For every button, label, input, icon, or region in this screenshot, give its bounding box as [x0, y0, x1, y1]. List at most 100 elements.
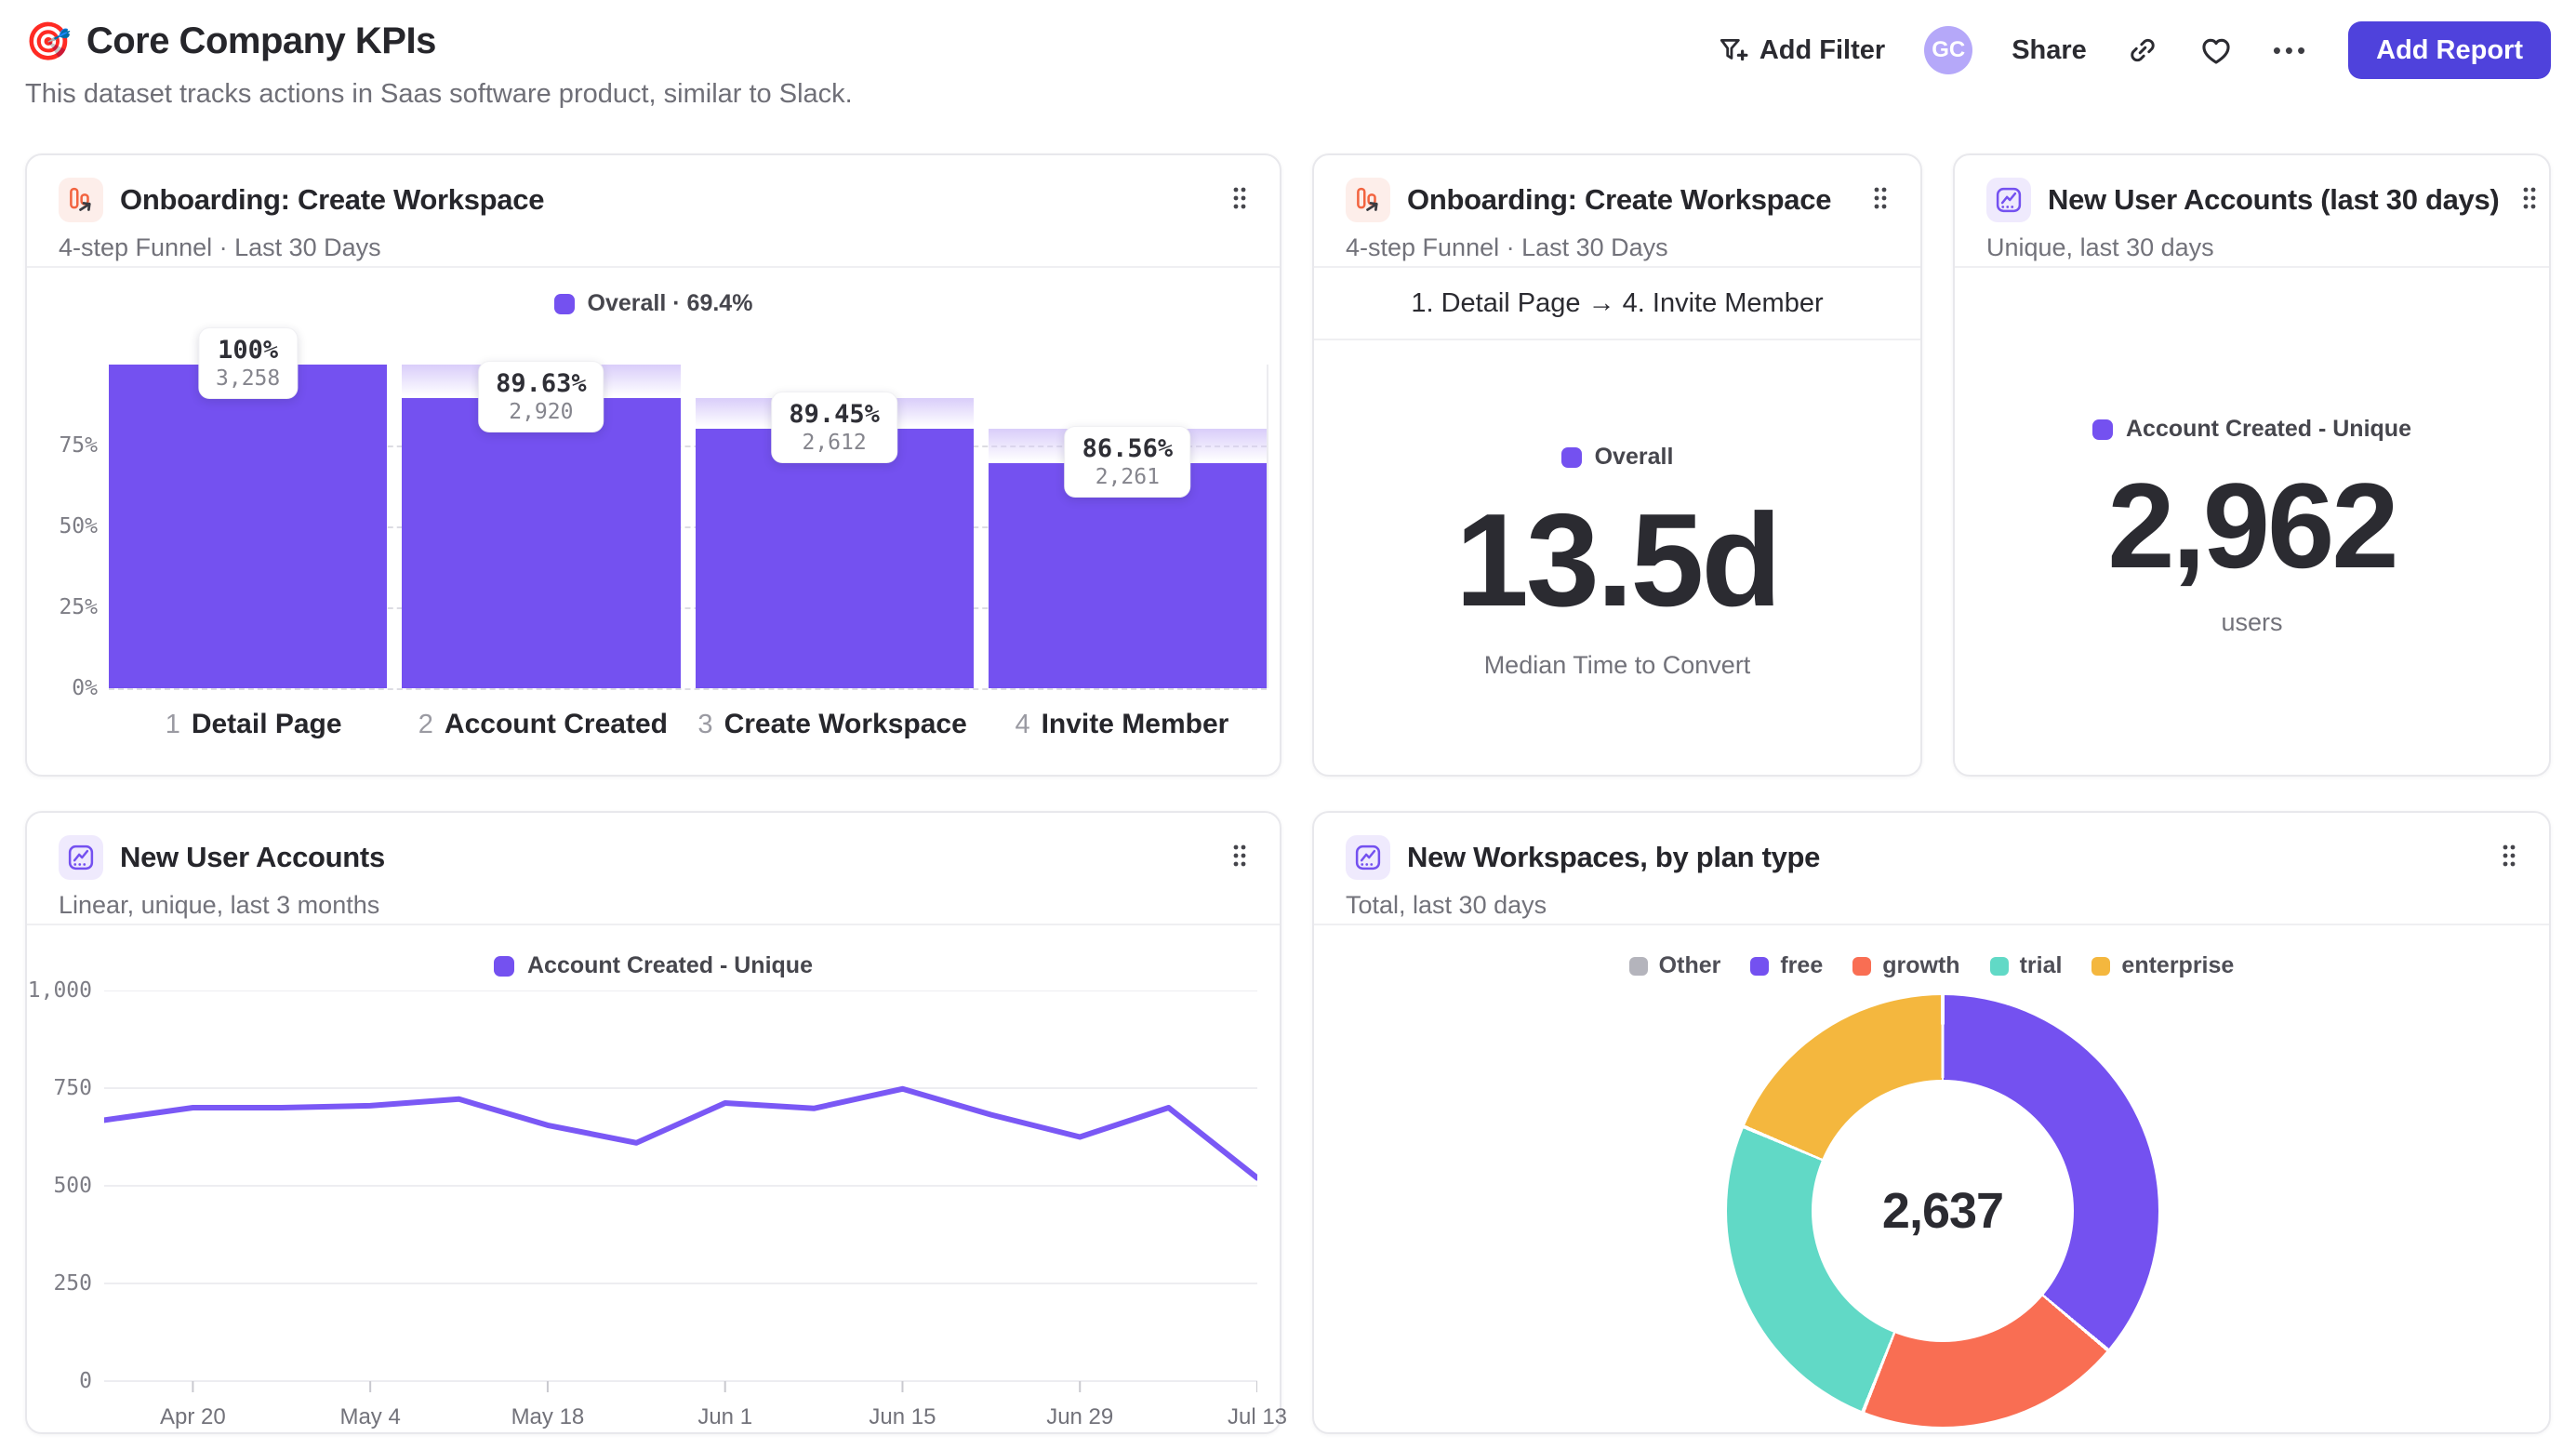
funnel-ytick: 75%: [59, 433, 98, 458]
donut-legend-item[interactable]: free: [1750, 952, 1823, 979]
stat-value: 13.5d: [1454, 486, 1782, 634]
card-header: New User Accounts Linear, unique, last 3…: [27, 813, 1280, 925]
card-title: New Workspaces, by plan type: [1407, 841, 1821, 873]
donut-legend-item[interactable]: growth: [1852, 952, 1960, 979]
donut-chart[interactable]: 2,637: [1727, 995, 2158, 1427]
drag-handle-icon[interactable]: [1226, 179, 1254, 221]
drag-handle-icon[interactable]: [2495, 837, 2523, 879]
funnel-step-bar[interactable]: 89.63% 2,920: [402, 361, 695, 688]
stat-legend[interactable]: Account Created - Unique: [2092, 416, 2411, 443]
funnel-bar[interactable]: [109, 365, 388, 688]
stat-caption: Median Time to Convert: [1483, 651, 1751, 679]
funnel-ytick: 50%: [59, 514, 98, 538]
funnel-step-label: 4 Invite Member: [1015, 709, 1229, 739]
link-icon[interactable]: [2126, 33, 2159, 67]
legend-chip: [1989, 956, 2009, 976]
share-button[interactable]: Share: [2012, 35, 2087, 66]
card-subtitle: Total, last 30 days: [1346, 891, 1547, 919]
line-ytick: 500: [53, 1174, 92, 1198]
page-header: 🎯 Core Company KPIs This dataset tracks …: [25, 20, 2551, 110]
line-ytick: 1,000: [27, 978, 92, 1003]
more-menu-button[interactable]: •••: [2273, 36, 2309, 65]
funnel-legend[interactable]: Overall · 69.4%: [27, 290, 1280, 317]
funnel-xlabels: 1 Detail Page 2 Account Created 3 Create Work…: [109, 709, 1267, 740]
stat-stack: Overall 13.5d Median Time to Convert: [1314, 444, 1920, 680]
card-subtitle: 4-step Funnel · Last 30 Days: [59, 233, 381, 261]
card-title: New User Accounts: [120, 841, 385, 873]
funnel-step-bar[interactable]: 89.45% 2,612: [695, 365, 989, 688]
card-subtitle: 4-step Funnel · Last 30 Days: [1346, 233, 1668, 261]
line-legend[interactable]: Account Created - Unique: [27, 952, 1280, 979]
funnel-step-range: 1. Detail Page → 4. Invite Member: [1314, 268, 1920, 340]
donut-legend: Other free growth trial enterprise: [1314, 952, 2549, 979]
line-xtick: Jun 15: [869, 1404, 936, 1429]
line-ytick: 250: [53, 1271, 92, 1296]
line-xtick: Jun 1: [697, 1404, 753, 1429]
funnel-ytick: 0%: [72, 676, 98, 700]
funnel-plot: 100% 3,258 89.63% 2,920 89.45% 2,612 86.56% 2,2…: [109, 327, 1268, 690]
donut-legend-item[interactable]: enterprise: [2091, 952, 2234, 979]
legend-label: enterprise: [2121, 952, 2235, 978]
page-subtitle: This dataset tracks actions in Saas soft…: [25, 79, 853, 109]
line-ytick: 750: [53, 1076, 92, 1100]
card-funnel-header: Onboarding: Create Workspace 4-step Funn…: [27, 155, 1280, 268]
funnel-yaxis: 75% 50% 25% 0%: [34, 365, 98, 700]
avatar[interactable]: GC: [1924, 26, 1973, 74]
favorite-heart-icon[interactable]: [2198, 33, 2234, 68]
legend-label: free: [1780, 952, 1824, 978]
line-chart-icon: [1346, 835, 1390, 880]
add-filter-label: Add Filter: [1759, 34, 1886, 65]
funnel-bar[interactable]: [402, 398, 681, 688]
add-report-button[interactable]: Add Report: [2348, 21, 2551, 79]
share-label: Share: [2012, 34, 2087, 65]
drag-handle-icon[interactable]: [2516, 179, 2543, 221]
line-xtick: Jun 29: [1046, 1404, 1114, 1429]
funnel-columns: 100% 3,258 89.63% 2,920 89.45% 2,612 86.56% 2,2…: [109, 327, 1267, 688]
donut-legend-item[interactable]: trial: [1989, 952, 2063, 979]
card-new-accounts-30d: New User Accounts (last 30 days) Unique,…: [1953, 153, 2551, 777]
card-header: New User Accounts (last 30 days) Unique,…: [1955, 155, 2549, 268]
legend-chip: [553, 293, 575, 314]
funnel-ytick: 25%: [59, 595, 98, 619]
line-chart-icon: [1986, 178, 2031, 222]
card-subtitle: Unique, last 30 days: [1986, 233, 2214, 261]
funnel-chart-icon: [59, 178, 103, 222]
legend-label: Account Created - Unique: [2126, 416, 2411, 442]
line-xtick: May 18: [511, 1404, 585, 1429]
legend-label: Account Created - Unique: [527, 952, 813, 978]
funnel-step-label: 1 Detail Page: [165, 709, 342, 739]
card-header: Onboarding: Create Workspace 4-step Funn…: [1314, 155, 1920, 268]
funnel-step-label: 3 Create Workspace: [697, 709, 967, 739]
legend-label: Overall · 69.4%: [587, 290, 753, 316]
funnel-step-bar[interactable]: 100% 3,258: [109, 327, 402, 688]
funnel-step-label: 2 Account Created: [418, 709, 668, 739]
funnel-step-bar[interactable]: 86.56% 2,261: [988, 365, 1267, 688]
funnel-value-label: 89.63% 2,920: [478, 361, 604, 433]
stat-legend[interactable]: Overall: [1560, 444, 1674, 471]
legend-label: trial: [2019, 952, 2063, 978]
card-time-to-convert: Onboarding: Create Workspace 4-step Funn…: [1312, 153, 1922, 777]
legend-chip: [2091, 956, 2111, 976]
card-accounts-trend: New User Accounts Linear, unique, last 3…: [25, 811, 1287, 1434]
funnel-chart-icon: [1346, 178, 1390, 222]
card-header: New Workspaces, by plan type Total, last…: [1314, 813, 2549, 925]
filter-plus-icon: [1720, 38, 1748, 61]
line-xtick: May 4: [339, 1404, 401, 1429]
drag-handle-icon[interactable]: [1866, 179, 1894, 221]
drag-handle-icon[interactable]: [1226, 837, 1254, 879]
add-filter-button[interactable]: Add Filter: [1717, 34, 1885, 66]
board-emoji-icon: 🎯: [25, 20, 72, 62]
funnel-bar[interactable]: [695, 429, 974, 688]
stat-caption: users: [2221, 608, 2283, 636]
card-workspaces-by-plan: New Workspaces, by plan type Total, last…: [1312, 811, 2551, 1434]
stat-stack: Account Created - Unique 2,962 users: [1955, 416, 2549, 637]
line-ytick: 0: [79, 1369, 92, 1393]
line-series[interactable]: [101, 990, 1260, 1394]
donut-legend-item[interactable]: Other: [1628, 952, 1720, 979]
line-chart-icon: [59, 835, 103, 880]
legend-label: Overall: [1594, 444, 1674, 470]
funnel-value-label: 86.56% 2,261: [1064, 426, 1191, 499]
donut-hole: 2,637: [1812, 1080, 2074, 1342]
card-title: Onboarding: Create Workspace: [1407, 183, 1832, 216]
card-title: Onboarding: Create Workspace: [120, 183, 545, 216]
